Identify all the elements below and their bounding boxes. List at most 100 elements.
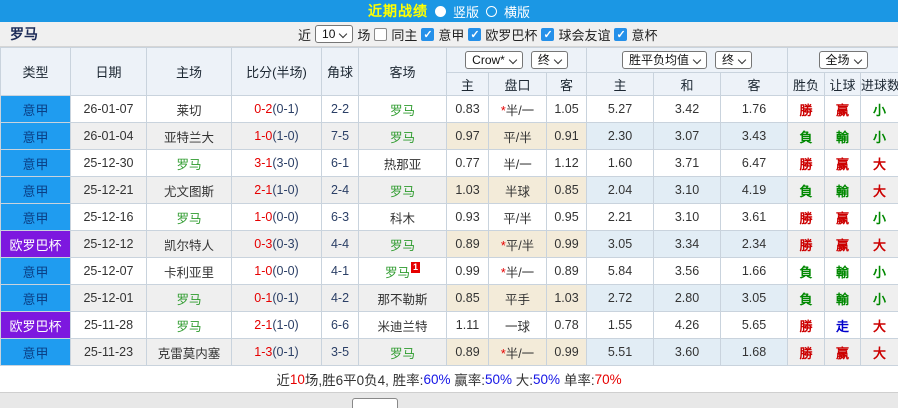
table-row: 意甲 26-01-04 亚特兰大 1-0(1-0) 7-5 罗马 0.97 平/半 0.91 2.… [0,122,898,150]
summary-segment: 单率: [560,373,595,388]
league-checkbox-1[interactable] [468,27,482,41]
period-select[interactable]: 全场 [818,51,868,69]
league-checkbox-2-label[interactable]: 球会友谊 [558,25,610,44]
score-cell: 0-2(0-1) [231,95,322,123]
home-team-cell: 罗马 [146,149,232,177]
score-cell: 1-0(0-0) [231,257,322,285]
summary-segment: 50% [533,371,561,387]
fulltime-score: 1-0 [254,264,273,278]
avg-away-odds: 6.47 [719,149,789,177]
goals-cell: 小 [860,257,898,285]
team-title: 罗马 [10,26,38,42]
filter-controls: 近 10 场 同主 意甲 欧罗巴杯 球会友谊 意杯 [298,22,657,46]
vertical-radio[interactable] [434,5,446,17]
league-checkbox-2[interactable] [541,27,555,41]
avg-home-odds: 5.27 [586,95,654,123]
halftime-score: (0-0) [272,264,299,278]
home-team-cell: 罗马 [146,203,232,231]
summary-segment: 10 [289,371,305,387]
vertical-radio-label[interactable]: 竖版 [453,2,479,21]
header-handicap: 盘口 [488,72,547,96]
fulltime-score: 3-1 [254,156,273,170]
league-cell: 欧罗巴杯 [0,311,71,339]
horizontal-radio-label[interactable]: 横版 [504,2,530,21]
bookmaker-select[interactable]: Crow* [465,51,523,69]
summary-line: 近 10 场,胜6平0负4, 胜率: 60% 赢率: 50% 大: 50% 单率: 70% [0,366,898,392]
away-team-cell: 罗马 [358,122,447,150]
avg-away-odds: 1.66 [719,257,789,285]
handicap-star: * [500,238,506,253]
team-name: 罗马 [176,292,202,307]
summary-segment: 50% [484,371,513,387]
league-cell: 意甲 [0,95,71,123]
same-home-checkbox[interactable] [374,27,388,41]
away-team-cell: 罗马 1 [358,257,447,285]
handicap-cell: 半/一 [488,149,547,177]
result-cell: 勝 [787,203,826,231]
table-row: 欧罗巴杯 25-11-28 罗马 2-1(1-0) 6-6 米迪兰特 1.11 一球 0.78 1… [0,311,898,339]
bottom-strip [0,392,898,408]
summary-segment: 60% [423,371,451,387]
avg-away-odds: 1.68 [719,338,789,366]
avg-select[interactable]: 胜平负均值 [621,51,707,69]
result-cell: 勝 [787,338,826,366]
score-cell: 2-1(1-0) [231,311,322,339]
avg-final-select[interactable]: 终 [715,51,753,69]
goals-cell: 小 [860,284,898,312]
avg-draw-odds: 3.56 [653,257,721,285]
crow-away-odds: 0.95 [546,203,587,231]
crow-home-odds: 0.85 [446,284,489,312]
red-card-badge: 1 [411,261,421,273]
home-team-cell: 莱切 [146,95,232,123]
league-checkbox-1-label[interactable]: 欧罗巴杯 [485,25,537,44]
result-cell: 勝 [787,95,826,123]
summary-segment: 大: [512,373,534,388]
halftime-score: (3-0) [272,156,299,170]
handicap-result-cell: 輸 [824,122,862,150]
corner-cell: 7-5 [321,122,359,150]
avg-draw-odds: 3.42 [653,95,721,123]
partial-select[interactable] [352,398,398,408]
away-team-cell: 罗马 [358,95,447,123]
avg-home-odds: 5.51 [586,338,654,366]
corner-cell: 6-3 [321,203,359,231]
panel-title: 近期战绩 [367,3,428,19]
bookmaker-final-select[interactable]: 终 [530,51,568,69]
away-team-cell: 米迪兰特 [358,311,447,339]
date-cell: 25-12-07 [70,257,147,285]
score-cell: 3-1(3-0) [231,149,322,177]
fulltime-score: 1-3 [254,345,273,359]
home-team-cell: 亚特兰大 [146,122,232,150]
league-cell: 意甲 [0,122,71,150]
summary-segment: 近 [276,373,290,388]
handicap-result-cell: 赢 [824,149,862,177]
goals-cell: 大 [860,338,898,366]
avg-home-odds: 2.30 [586,122,654,150]
team-name: 科木 [389,211,415,226]
league-checkbox-0[interactable] [421,27,435,41]
handicap-star: * [500,346,506,361]
result-cell: 負 [787,122,826,150]
crow-home-odds: 0.93 [446,203,489,231]
date-cell: 25-12-16 [70,203,147,231]
corner-cell: 4-2 [321,284,359,312]
avg-home-odds: 1.55 [586,311,654,339]
handicap-cell: *半/一 [488,338,547,366]
league-checkbox-3[interactable] [614,27,628,41]
league-checkbox-0-label[interactable]: 意甲 [438,25,464,44]
team-name: 凯尔特人 [163,238,214,253]
same-home-label[interactable]: 同主 [391,25,417,44]
goals-cell: 小 [860,122,898,150]
header-date: 日期 [70,47,147,96]
fulltime-score: 2-1 [254,318,273,332]
horizontal-radio[interactable] [486,5,497,17]
avg-draw-odds: 3.10 [653,176,721,204]
fulltime-score: 0-3 [254,237,273,251]
handicap-cell: 一球 [488,311,547,339]
handicap-cell: 平/半 [488,203,547,231]
league-checkbox-3-label[interactable]: 意杯 [631,25,657,44]
crow-home-odds: 1.11 [446,311,489,339]
goals-cell: 小 [860,203,898,231]
match-count-select[interactable]: 10 [315,25,354,43]
header-avg-away: 客 [719,72,789,96]
